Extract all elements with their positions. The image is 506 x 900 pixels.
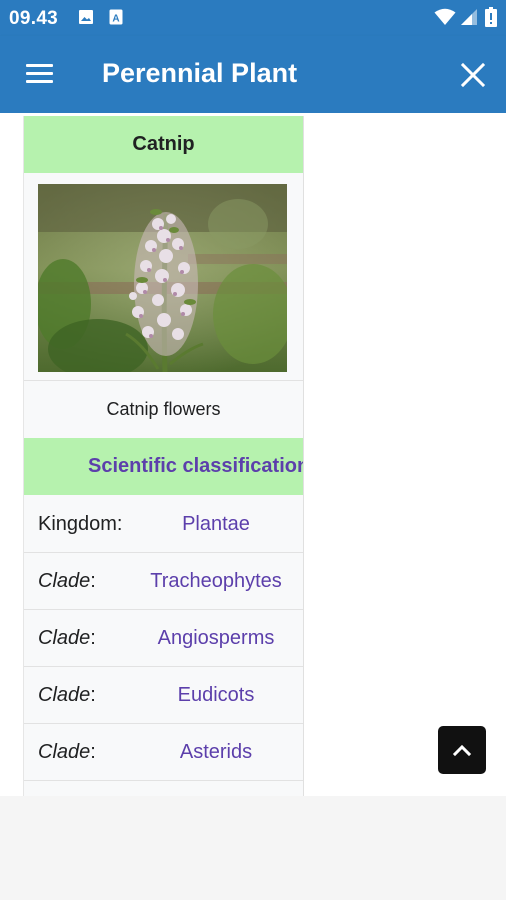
infobox: Catnip Catnip flowers Scientific classif… bbox=[23, 116, 304, 796]
image-icon bbox=[79, 10, 93, 24]
chevron-up-icon bbox=[452, 744, 472, 757]
close-button[interactable] bbox=[456, 58, 490, 92]
section-title: Scientific classification bbox=[88, 455, 303, 477]
classification-row-clade: Clade: Asterids bbox=[24, 724, 303, 781]
section-header-scientific-classification: Scientific classification bbox=[24, 438, 303, 495]
row-value-link[interactable]: Eudicots bbox=[129, 684, 303, 707]
row-value-link[interactable]: Asterids bbox=[129, 741, 303, 764]
battery-icon bbox=[485, 7, 497, 27]
row-label: Kingdom: bbox=[38, 513, 123, 535]
bottom-blank-area bbox=[0, 796, 506, 900]
wifi-icon bbox=[434, 8, 456, 25]
classification-row-clade: Clade: Tracheophytes bbox=[24, 553, 303, 610]
signal-icon bbox=[461, 9, 477, 25]
row-label: Clade: bbox=[38, 684, 96, 706]
classification-row-kingdom: Kingdom: Plantae bbox=[24, 496, 303, 553]
image-caption: Catnip flowers bbox=[24, 380, 303, 439]
close-icon bbox=[460, 62, 486, 88]
row-label: Clade: bbox=[38, 570, 96, 592]
status-bar: 09.43 A bbox=[0, 0, 506, 36]
catnip-flowers-image[interactable] bbox=[38, 184, 287, 372]
article-content[interactable]: Catnip Catnip flowers Scientific classif… bbox=[0, 113, 506, 796]
row-value-link[interactable]: Angiosperms bbox=[129, 627, 303, 650]
row-label: Clade: bbox=[38, 627, 96, 649]
text-a-icon: A bbox=[109, 9, 123, 25]
status-time: 09.43 bbox=[9, 8, 59, 29]
menu-button[interactable] bbox=[14, 56, 66, 92]
app-bar: Perennial Plant bbox=[0, 36, 506, 113]
row-value-link[interactable]: Tracheophytes bbox=[129, 570, 303, 593]
scroll-to-top-button[interactable] bbox=[438, 726, 486, 774]
svg-text:A: A bbox=[112, 14, 119, 25]
row-value-link[interactable]: Plantae bbox=[129, 513, 303, 536]
classification-row-clade: Clade: Eudicots bbox=[24, 667, 303, 724]
infobox-title: Catnip bbox=[24, 116, 303, 173]
page-title: Perennial Plant bbox=[102, 58, 298, 88]
classification-row-clade: Clade: Angiosperms bbox=[24, 610, 303, 667]
row-label: Clade: bbox=[38, 741, 96, 763]
